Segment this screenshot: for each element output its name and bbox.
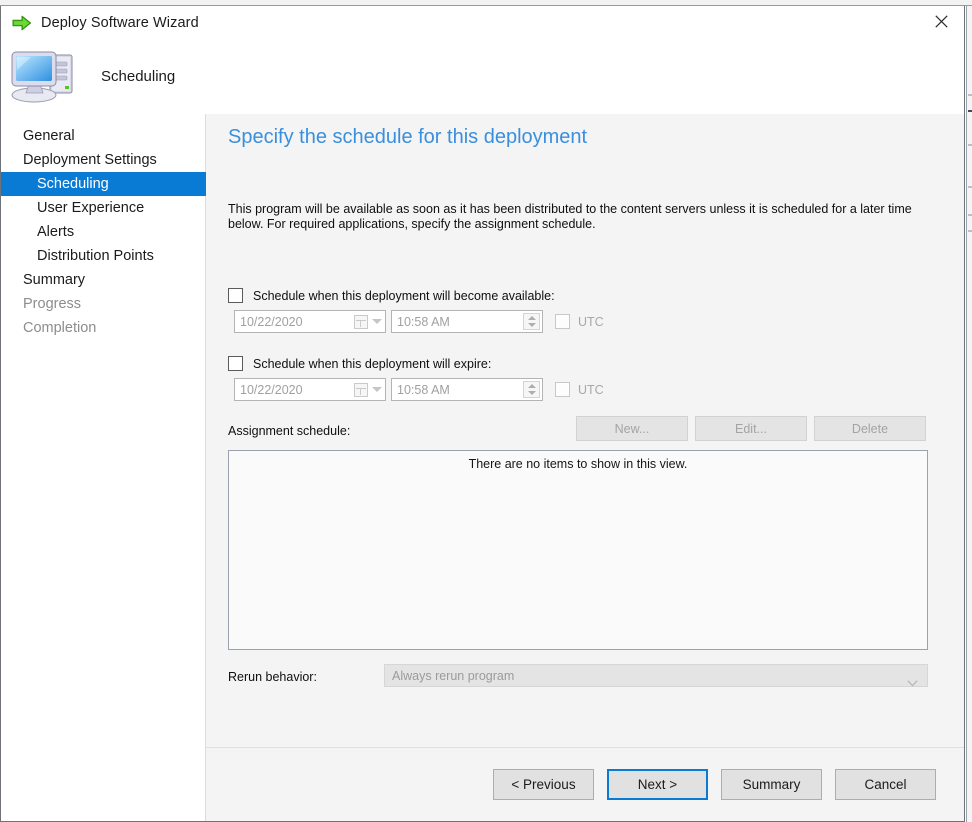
assignment-schedule-listbox[interactable]: There are no items to show in this view. (228, 450, 928, 650)
spinner-up-icon[interactable] (528, 384, 536, 388)
calendar-icon[interactable] (354, 383, 368, 397)
sidebar-item-progress: Progress (1, 292, 205, 316)
next-button[interactable]: Next > (607, 769, 708, 800)
wizard-step-navigation: General Deployment Settings Scheduling U… (1, 114, 206, 821)
deploy-software-wizard-dialog: Deploy Software Wizard (0, 6, 965, 822)
scheduling-form: Specify the schedule for this deployment… (206, 114, 964, 747)
sidebar-item-user-experience[interactable]: User Experience (1, 196, 205, 220)
wizard-header: Scheduling (1, 39, 964, 114)
schedule-available-row: Schedule when this deployment will becom… (228, 286, 555, 305)
background-tick (968, 186, 972, 188)
background-tick (968, 230, 972, 232)
calendar-icon[interactable] (354, 315, 368, 329)
expire-date-buttons (354, 379, 382, 400)
expire-datetime-row: 10/22/2020 10:58 AM (234, 378, 604, 401)
sidebar-item-deployment-settings[interactable]: Deployment Settings (1, 148, 205, 172)
window-title: Deploy Software Wizard (41, 15, 199, 31)
spinner-up-icon[interactable] (528, 316, 536, 320)
assignment-schedule-buttons: New... Edit... Delete (576, 416, 926, 441)
available-date-value: 10/22/2020 (240, 315, 303, 329)
wizard-page-name: Scheduling (101, 68, 175, 85)
schedule-expire-row: Schedule when this deployment will expir… (228, 354, 491, 373)
sidebar-item-scheduling[interactable]: Scheduling (1, 172, 206, 196)
close-icon[interactable] (918, 6, 964, 37)
green-arrow-icon (12, 15, 32, 31)
new-button: New... (576, 416, 688, 441)
empty-list-message: There are no items to show in this view. (229, 457, 927, 471)
sidebar-item-completion: Completion (1, 316, 205, 340)
available-datetime-row: 10/22/2020 10:58 AM (234, 310, 604, 333)
available-time-spinner[interactable] (523, 313, 540, 330)
previous-button[interactable]: < Previous (493, 769, 594, 800)
spinner-down-icon[interactable] (528, 391, 536, 395)
expire-utc-checkbox (555, 382, 570, 397)
available-time-input[interactable]: 10:58 AM (391, 310, 543, 333)
wizard-footer: < Previous Next > Summary Cancel (206, 747, 964, 821)
chevron-down-icon[interactable] (372, 387, 382, 392)
expire-date-value: 10/22/2020 (240, 383, 303, 397)
wizard-content-pane: Specify the schedule for this deployment… (206, 114, 964, 821)
page-description: This program will be available as soon a… (228, 202, 918, 232)
rerun-behavior-select: Always rerun program (384, 664, 928, 687)
page-title: Specify the schedule for this deployment (228, 126, 587, 149)
title-bar: Deploy Software Wizard (1, 6, 964, 39)
computer-icon (9, 46, 85, 108)
background-tick (968, 110, 972, 112)
sidebar-item-alerts[interactable]: Alerts (1, 220, 205, 244)
background-tick (968, 94, 972, 96)
schedule-expire-checkbox[interactable] (228, 356, 243, 371)
background-window-right-strip (966, 6, 972, 822)
sidebar-item-distribution-points[interactable]: Distribution Points (1, 244, 205, 268)
wizard-body: General Deployment Settings Scheduling U… (1, 114, 964, 821)
background-tick (968, 144, 972, 146)
chevron-down-icon[interactable] (372, 319, 382, 324)
spinner-down-icon[interactable] (528, 323, 536, 327)
sidebar-item-summary[interactable]: Summary (1, 268, 205, 292)
expire-utc-label: UTC (578, 383, 604, 397)
schedule-expire-label: Schedule when this deployment will expir… (253, 357, 491, 371)
expire-time-spinner[interactable] (523, 381, 540, 398)
expire-time-input[interactable]: 10:58 AM (391, 378, 543, 401)
expire-time-value: 10:58 AM (397, 383, 450, 397)
summary-button[interactable]: Summary (721, 769, 822, 800)
rerun-behavior-label: Rerun behavior: (228, 670, 317, 684)
available-utc-label: UTC (578, 315, 604, 329)
background-tick (968, 214, 972, 216)
expire-utc-group: UTC (555, 382, 604, 397)
delete-button: Delete (814, 416, 926, 441)
available-date-buttons (354, 311, 382, 332)
cancel-button[interactable]: Cancel (835, 769, 936, 800)
available-utc-group: UTC (555, 314, 604, 329)
available-utc-checkbox (555, 314, 570, 329)
chevron-down-icon (907, 674, 918, 692)
sidebar-item-general[interactable]: General (1, 124, 205, 148)
schedule-available-checkbox[interactable] (228, 288, 243, 303)
schedule-available-label: Schedule when this deployment will becom… (253, 289, 555, 303)
assignment-schedule-label: Assignment schedule: (228, 424, 350, 438)
edit-button: Edit... (695, 416, 807, 441)
expire-date-input[interactable]: 10/22/2020 (234, 378, 386, 401)
available-date-input[interactable]: 10/22/2020 (234, 310, 386, 333)
rerun-behavior-value: Always rerun program (392, 669, 514, 683)
available-time-value: 10:58 AM (397, 315, 450, 329)
